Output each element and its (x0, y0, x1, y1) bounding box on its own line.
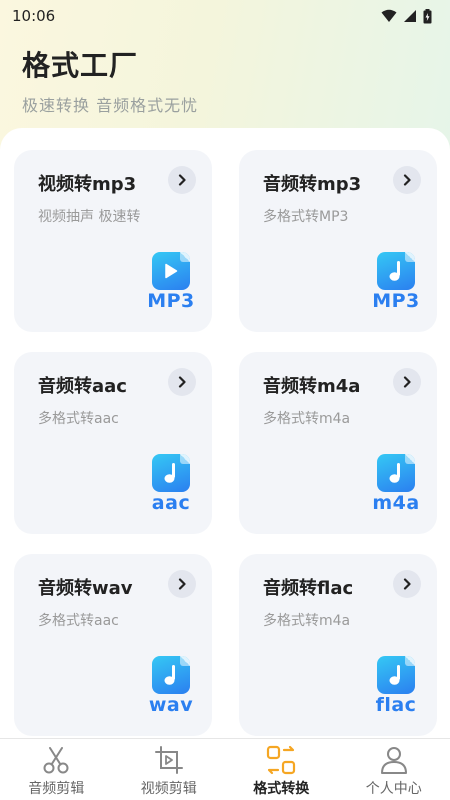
converter-grid: 视频转mp3 视频抽声 极速转 MP3 音频转mp3 多格式转MP3 MP3 音… (0, 128, 450, 738)
tab-label: 视频剪辑 (140, 781, 197, 797)
card-description: 多格式转m4a (263, 613, 351, 629)
card-audio-to-flac[interactable]: 音频转flac 多格式转m4a flac (239, 554, 437, 736)
file-extension-label: wav (148, 694, 194, 716)
tab-label: 格式转换 (253, 781, 310, 797)
card-title: 音频转flac (263, 578, 354, 599)
status-time: 10:06 (12, 7, 56, 25)
music-note-icon (377, 252, 415, 290)
chevron-right-icon[interactable] (168, 368, 196, 396)
status-bar: 10:06 (0, 0, 450, 32)
card-description: 多格式转aac (38, 613, 119, 629)
file-extension-label: flac (375, 694, 417, 716)
aac-file-icon: aac (150, 454, 192, 516)
card-title: 音频转wav (38, 578, 133, 599)
card-audio-to-aac[interactable]: 音频转aac 多格式转aac aac (14, 352, 212, 534)
card-audio-to-mp3[interactable]: 音频转mp3 多格式转MP3 MP3 (239, 150, 437, 332)
chevron-right-icon[interactable] (393, 368, 421, 396)
chevron-right-icon[interactable] (168, 570, 196, 598)
scissors-icon (43, 747, 69, 774)
file-extension-label: MP3 (372, 290, 420, 312)
signal-icon (404, 10, 416, 22)
mp3-file-icon: MP3 (147, 252, 194, 314)
music-note-icon (377, 656, 415, 694)
m4a-file-icon: m4a (372, 454, 419, 516)
card-description: 多格式转aac (38, 411, 119, 427)
tab-audio-edit[interactable]: 音频剪辑 (0, 739, 113, 800)
wav-file-icon: wav (149, 656, 193, 718)
wifi-icon (381, 9, 397, 22)
bottom-nav: 音频剪辑 视频剪辑 格式转换 个人中心 (0, 738, 450, 800)
chevron-right-icon[interactable] (168, 166, 196, 194)
card-title: 音频转m4a (263, 376, 361, 397)
file-extension-label: m4a (372, 492, 420, 514)
chevron-right-icon[interactable] (393, 166, 421, 194)
person-icon (380, 747, 407, 774)
card-title: 视频转mp3 (38, 174, 137, 195)
chevron-right-icon[interactable] (393, 570, 421, 598)
page-subtitle: 极速转换 音频格式无忧 (22, 96, 199, 115)
tab-label: 个人中心 (365, 781, 422, 797)
convert-icon (267, 745, 296, 775)
status-icons (381, 8, 432, 24)
card-video-to-mp3[interactable]: 视频转mp3 视频抽声 极速转 MP3 (14, 150, 212, 332)
card-description: 视频抽声 极速转 (38, 209, 141, 225)
battery-icon (423, 8, 432, 23)
music-note-icon (152, 454, 190, 492)
tab-format-convert[interactable]: 格式转换 (225, 739, 338, 800)
card-audio-to-m4a[interactable]: 音频转m4a 多格式转m4a m4a (239, 352, 437, 534)
file-extension-label: aac (151, 492, 191, 514)
tab-video-edit[interactable]: 视频剪辑 (113, 739, 226, 800)
page-header: 格式工厂 极速转换 音频格式无忧 (22, 44, 198, 116)
card-title: 音频转aac (38, 376, 127, 397)
page-title: 格式工厂 (22, 49, 139, 82)
tab-label: 音频剪辑 (28, 781, 85, 797)
music-note-icon (377, 454, 415, 492)
video-crop-icon (154, 746, 183, 774)
tab-profile[interactable]: 个人中心 (338, 739, 450, 800)
card-audio-to-wav[interactable]: 音频转wav 多格式转aac wav (14, 554, 212, 736)
flac-file-icon: flac (375, 656, 417, 718)
card-description: 多格式转MP3 (263, 209, 349, 225)
card-title: 音频转mp3 (263, 174, 362, 195)
file-extension-label: MP3 (147, 290, 195, 312)
video-play-icon (152, 252, 190, 290)
card-description: 多格式转m4a (263, 411, 351, 427)
music-note-icon (152, 656, 190, 694)
mp3-file-icon: MP3 (372, 252, 419, 314)
